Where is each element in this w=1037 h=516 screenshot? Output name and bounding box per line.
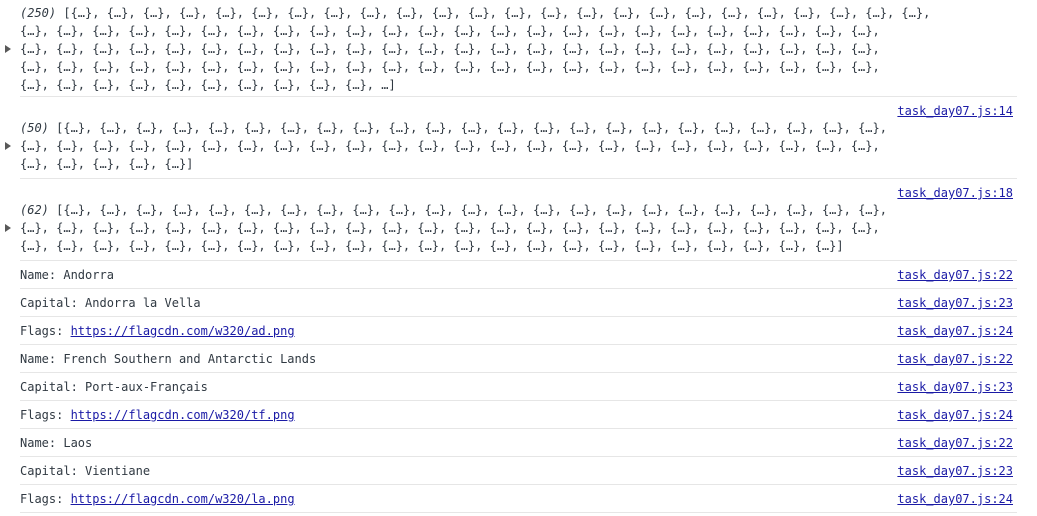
flag-url-link[interactable]: https://flagcdn.com/w320/la.png bbox=[71, 492, 295, 506]
array-length: (250) bbox=[20, 6, 57, 20]
source-link[interactable]: task_day07.js:22 bbox=[897, 266, 1013, 284]
source-link[interactable]: task_day07.js:22 bbox=[897, 350, 1013, 368]
array-preview[interactable]: (50) [{…}, {…}, {…}, {…}, {…}, {…}, {…},… bbox=[20, 119, 1017, 173]
log-text: Name: French Southern and Antarctic Land… bbox=[20, 352, 317, 366]
console-message-log: Name: Andorra task_day07.js:22 bbox=[20, 261, 1017, 289]
console-output: (250) [{…}, {…}, {…}, {…}, {…}, {…}, {…}… bbox=[5, 0, 1017, 513]
array-preview-line: {…}, {…}, {…}, {…}, {…}, {…}, {…}, {…}, … bbox=[20, 42, 880, 56]
console-message-log: Capital: Port-aux-Français task_day07.js… bbox=[20, 373, 1017, 401]
source-link[interactable]: task_day07.js:24 bbox=[897, 322, 1013, 340]
log-text: Capital: Vientiane bbox=[20, 464, 151, 478]
array-preview-line: {…}, {…}, {…}, {…}, {…}, {…}, {…}, {…}, … bbox=[20, 221, 880, 235]
console-message-log: Flags: https://flagcdn.com/w320/tf.png t… bbox=[20, 401, 1017, 429]
source-link[interactable]: task_day07.js:24 bbox=[897, 490, 1013, 508]
array-preview-line: {…}, {…}, {…}, {…}, {…}, {…}, {…}, {…}, … bbox=[20, 139, 880, 153]
console-message-log: Capital: Andorra la Vella task_day07.js:… bbox=[20, 289, 1017, 317]
source-link[interactable]: task_day07.js:14 bbox=[897, 102, 1013, 120]
expand-triangle-icon[interactable] bbox=[5, 45, 11, 53]
array-preview[interactable]: (62) [{…}, {…}, {…}, {…}, {…}, {…}, {…},… bbox=[20, 201, 1017, 255]
array-preview-line: [{…}, {…}, {…}, {…}, {…}, {…}, {…}, {…},… bbox=[63, 6, 931, 20]
source-link[interactable]: task_day07.js:24 bbox=[897, 406, 1013, 424]
array-preview-line: [{…}, {…}, {…}, {…}, {…}, {…}, {…}, {…},… bbox=[56, 203, 887, 217]
console-message-array: task_day07.js:18 (62) [{…}, {…}, {…}, {…… bbox=[5, 179, 1017, 261]
source-link[interactable]: task_day07.js:23 bbox=[897, 294, 1013, 312]
console-message-log: Capital: Vientiane task_day07.js:23 bbox=[20, 457, 1017, 485]
array-preview-line: [{…}, {…}, {…}, {…}, {…}, {…}, {…}, {…},… bbox=[56, 121, 887, 135]
console-message-log: Flags: https://flagcdn.com/w320/la.png t… bbox=[20, 485, 1017, 513]
array-preview-line: {…}, {…}, {…}, {…}, {…}, {…}, {…}, {…}, … bbox=[20, 24, 880, 38]
source-link[interactable]: task_day07.js:18 bbox=[897, 184, 1013, 202]
source-link[interactable]: task_day07.js:23 bbox=[897, 378, 1013, 396]
flag-url-link[interactable]: https://flagcdn.com/w320/tf.png bbox=[71, 408, 295, 422]
log-text: Capital: Port-aux-Français bbox=[20, 380, 208, 394]
console-message-log: Name: French Southern and Antarctic Land… bbox=[20, 345, 1017, 373]
flag-url-link[interactable]: https://flagcdn.com/w320/ad.png bbox=[71, 324, 295, 338]
expand-triangle-icon[interactable] bbox=[5, 224, 11, 232]
log-text: Flags: bbox=[20, 492, 71, 506]
array-preview-line: {…}, {…}, {…}, {…}, {…}, {…}, {…}, {…}, … bbox=[20, 60, 880, 74]
log-text: Flags: bbox=[20, 324, 71, 338]
console-message-array: task_day07.js:14 (50) [{…}, {…}, {…}, {…… bbox=[5, 97, 1017, 179]
expand-triangle-icon[interactable] bbox=[5, 142, 11, 150]
source-link[interactable]: task_day07.js:23 bbox=[897, 462, 1013, 480]
array-length: (50) bbox=[20, 121, 49, 135]
log-text: Flags: bbox=[20, 408, 71, 422]
log-text: Name: Laos bbox=[20, 436, 93, 450]
log-text: Capital: Andorra la Vella bbox=[20, 296, 201, 310]
array-length: (62) bbox=[20, 203, 49, 217]
array-preview-line: {…}, {…}, {…}, {…}, {…}, {…}, {…}, {…}, … bbox=[20, 78, 396, 92]
log-text: Name: Andorra bbox=[20, 268, 114, 282]
array-preview-line: {…}, {…}, {…}, {…}, {…}, {…}, {…}, {…}, … bbox=[20, 239, 844, 253]
array-preview-line: {…}, {…}, {…}, {…}, {…}] bbox=[20, 157, 194, 171]
console-message-log: Name: Laos task_day07.js:22 bbox=[20, 429, 1017, 457]
array-preview[interactable]: (250) [{…}, {…}, {…}, {…}, {…}, {…}, {…}… bbox=[20, 4, 1017, 94]
console-message-log: Flags: https://flagcdn.com/w320/ad.png t… bbox=[20, 317, 1017, 345]
source-link[interactable]: task_day07.js:22 bbox=[897, 434, 1013, 452]
console-message-array: (250) [{…}, {…}, {…}, {…}, {…}, {…}, {…}… bbox=[5, 0, 1017, 97]
